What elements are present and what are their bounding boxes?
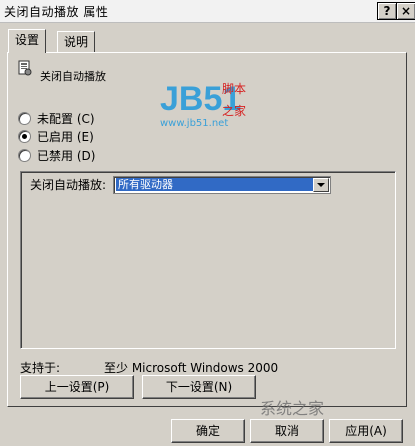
supported-value: 至少 Microsoft Windows 2000	[104, 361, 279, 375]
title-bar[interactable]: 关闭自动播放 属性 ? ×	[0, 0, 415, 23]
autoplay-drives-value[interactable]: 所有驱动器	[116, 178, 314, 191]
apply-button[interactable]: 应用(A)	[329, 419, 403, 443]
ok-button[interactable]: 确定	[171, 419, 245, 443]
next-setting-button[interactable]: 下一设置(N)	[142, 375, 256, 399]
tab-description[interactable]: 说明	[57, 31, 96, 52]
supported-label: 支持于:	[20, 361, 61, 375]
previous-setting-button[interactable]: 上一设置(P)	[20, 375, 134, 399]
radio-disabled[interactable]: 已禁用 (D)	[18, 147, 95, 163]
tab-settings[interactable]: 设置	[8, 29, 47, 53]
autoplay-drives-select[interactable]: 所有驱动器	[113, 176, 331, 194]
autoplay-combo-label: 关闭自动播放:	[30, 178, 107, 192]
close-button[interactable]: ×	[396, 2, 415, 20]
radio-disabled-label: 已禁用 (D)	[37, 148, 96, 163]
radio-not-configured-dot[interactable]	[18, 111, 31, 125]
radio-enabled-dot[interactable]	[18, 129, 31, 143]
radio-disabled-dot[interactable]	[18, 148, 31, 162]
jb51-watermark: JB51 脚本 之家 www.jb51.net	[160, 80, 247, 129]
chevron-down-icon[interactable]	[313, 178, 329, 192]
help-button[interactable]: ?	[377, 2, 397, 20]
properties-dialog: 关闭自动播放 属性 ? × 设置 说明 关闭自动播放 JB51 脚本 之家 ww…	[0, 0, 415, 446]
cancel-button[interactable]: 取消	[250, 419, 324, 443]
policy-name: 关闭自动播放	[40, 70, 106, 83]
tab-settings-label: 设置	[15, 33, 40, 47]
radio-enabled[interactable]: 已启用 (E)	[18, 128, 94, 144]
window-title: 关闭自动播放 属性	[4, 5, 109, 19]
radio-not-configured-label: 未配置 (C)	[37, 111, 95, 126]
xitongzhijia-watermark: 系统之家	[260, 399, 325, 418]
tab-description-label: 说明	[64, 35, 89, 49]
radio-not-configured[interactable]: 未配置 (C)	[18, 110, 95, 126]
options-panel	[20, 171, 396, 349]
policy-icon	[18, 60, 32, 76]
radio-enabled-label: 已启用 (E)	[37, 129, 94, 144]
